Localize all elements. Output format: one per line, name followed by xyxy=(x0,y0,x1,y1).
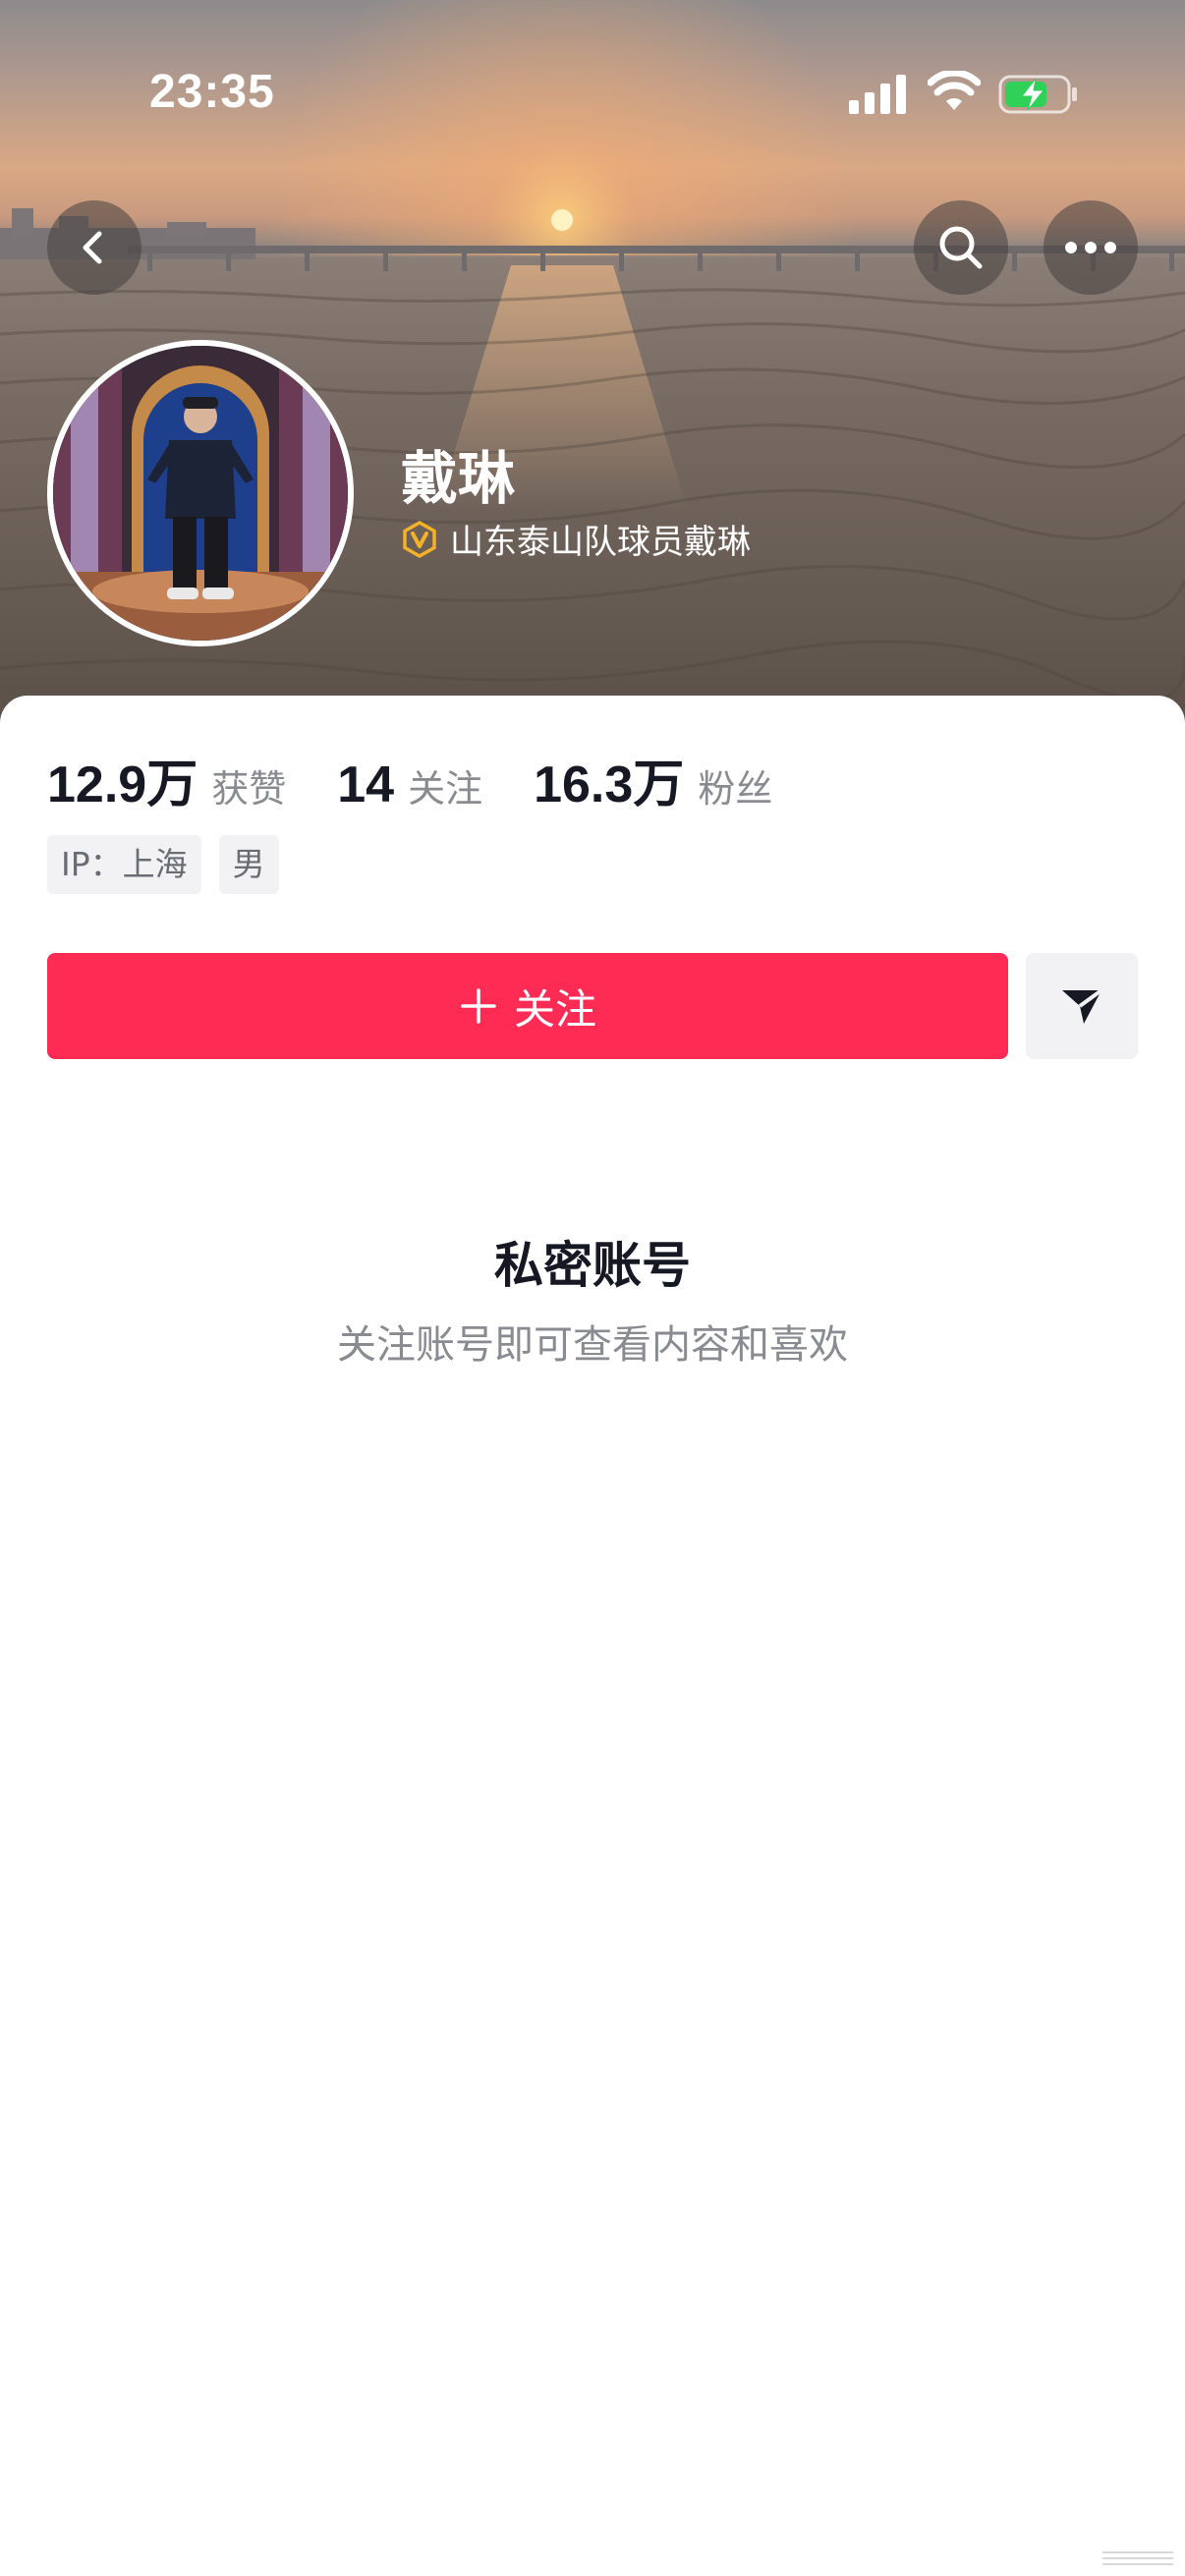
verification-line: 山东泰山队球员戴琳 xyxy=(401,515,751,563)
follow-button-label: 关注 xyxy=(513,984,596,1034)
stat-followers-label: 粉丝 xyxy=(698,767,773,811)
verified-v-badge-icon xyxy=(403,520,436,558)
home-indicator-watermark xyxy=(1102,2551,1173,2565)
search-button[interactable] xyxy=(914,200,1008,295)
battery-charging-icon xyxy=(998,75,1077,114)
stat-followers[interactable]: 16.3万 粉丝 xyxy=(534,743,772,816)
ip-location-tag: IP：上海 xyxy=(47,835,201,894)
stat-followers-value: 16.3万 xyxy=(534,756,685,813)
private-account-title: 私密账号 xyxy=(494,1237,691,1294)
private-account-subtitle: 关注账号即可查看内容和喜欢 xyxy=(337,1322,848,1368)
chevron-left-icon xyxy=(83,231,102,264)
more-button[interactable] xyxy=(1044,200,1138,295)
send-paper-plane-icon xyxy=(1062,988,1103,1024)
share-button[interactable] xyxy=(1026,953,1138,1059)
gender-tag: 男 xyxy=(218,835,279,894)
back-button[interactable] xyxy=(47,200,141,295)
profile-name: 戴琳 xyxy=(401,445,516,512)
cellular-signal-icon xyxy=(849,75,906,114)
avatar[interactable] xyxy=(47,340,354,646)
stat-likes-value: 12.9万 xyxy=(47,756,198,813)
avatar-photo xyxy=(53,346,348,641)
verification-text: 山东泰山队球员戴琳 xyxy=(450,523,751,562)
follow-button[interactable]: 关注 xyxy=(47,953,1008,1059)
search-icon xyxy=(939,226,983,269)
status-bar: 23:35 xyxy=(0,0,1185,196)
profile-tags: IP：上海 男 xyxy=(47,835,279,894)
plus-icon xyxy=(461,988,496,1024)
stat-likes-label: 获赞 xyxy=(211,767,287,811)
stat-following[interactable]: 14 关注 xyxy=(337,756,482,814)
stat-following-value: 14 xyxy=(337,756,395,813)
more-dots-icon xyxy=(1065,242,1116,253)
wifi-icon xyxy=(928,71,981,110)
profile-sheet: 12.9万 获赞 14 关注 16.3万 粉丝 IP：上海 男 关注 私密账号 … xyxy=(0,696,1185,2576)
status-time: 23:35 xyxy=(149,66,275,118)
stat-likes[interactable]: 12.9万 获赞 xyxy=(47,743,286,816)
stats-row: 12.9万 获赞 14 关注 16.3万 粉丝 xyxy=(47,743,823,816)
stat-following-label: 关注 xyxy=(408,767,483,811)
